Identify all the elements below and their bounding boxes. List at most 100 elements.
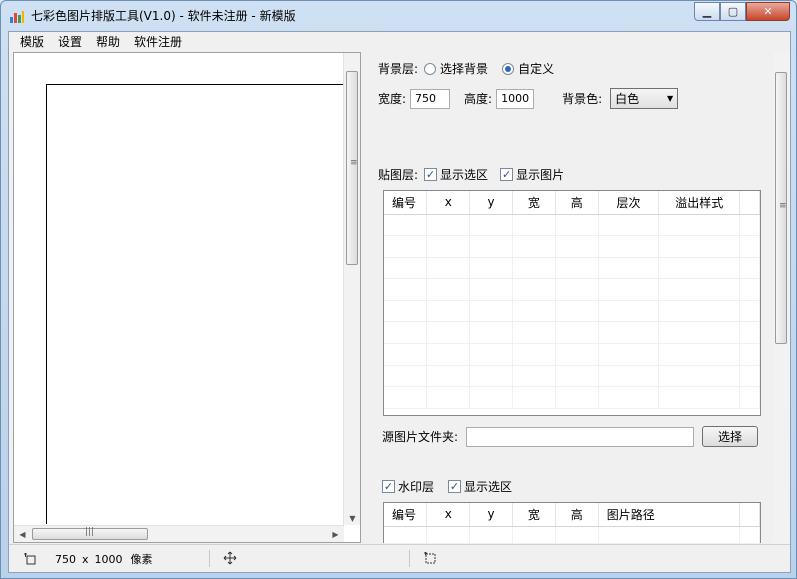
table-cell[interactable] bbox=[384, 214, 428, 237]
table-cell[interactable] bbox=[555, 278, 599, 301]
table-cell[interactable] bbox=[739, 343, 760, 366]
canvas-preview[interactable]: ≡ ▼ ◀ ||| ▶ bbox=[13, 52, 361, 543]
table-cell[interactable] bbox=[469, 526, 513, 543]
table-row[interactable] bbox=[384, 235, 760, 258]
menu-help[interactable]: 帮助 bbox=[89, 32, 127, 52]
table-cell[interactable] bbox=[426, 278, 471, 301]
watermark-show-selection-label[interactable]: 显示选区 bbox=[464, 478, 512, 495]
table-cell[interactable] bbox=[384, 386, 428, 409]
menu-template[interactable]: 模版 bbox=[13, 32, 51, 52]
table-cell[interactable] bbox=[512, 343, 556, 366]
col-header[interactable]: x bbox=[426, 503, 471, 527]
table-cell[interactable] bbox=[469, 278, 513, 301]
table-cell[interactable] bbox=[598, 300, 660, 323]
table-cell[interactable] bbox=[658, 278, 741, 301]
table-row[interactable] bbox=[384, 300, 760, 323]
col-header[interactable]: 溢出样式 bbox=[658, 191, 741, 215]
table-cell[interactable] bbox=[598, 343, 660, 366]
table-cell[interactable] bbox=[739, 214, 760, 237]
table-cell[interactable] bbox=[658, 343, 741, 366]
col-header[interactable]: 图片路径 bbox=[598, 503, 741, 527]
col-header[interactable]: y bbox=[469, 503, 513, 527]
watermark-layer-label[interactable]: 水印层 bbox=[398, 478, 434, 495]
table-cell[interactable] bbox=[469, 343, 513, 366]
title-bar[interactable]: 七彩色图片排版工具(V1.0) - 软件未注册 - 新模版 ▁ ▢ ✕ bbox=[1, 1, 796, 31]
table-cell[interactable] bbox=[598, 321, 660, 345]
table-cell[interactable] bbox=[426, 321, 471, 345]
radio-custom-label[interactable]: 自定义 bbox=[518, 60, 554, 77]
source-folder-input[interactable] bbox=[466, 426, 695, 447]
table-cell[interactable] bbox=[598, 526, 741, 543]
table-cell[interactable] bbox=[384, 365, 428, 388]
scroll-down-icon[interactable]: ▼ bbox=[344, 510, 361, 527]
table-cell[interactable] bbox=[426, 343, 471, 366]
scroll-thumb[interactable]: ≡ bbox=[775, 72, 787, 344]
table-cell[interactable] bbox=[555, 300, 599, 323]
height-input[interactable]: 1000 bbox=[496, 88, 535, 109]
col-header[interactable]: 宽 bbox=[512, 191, 556, 215]
menu-register[interactable]: 软件注册 bbox=[127, 32, 189, 52]
maximize-button[interactable]: ▢ bbox=[720, 2, 746, 21]
radio-choose-background[interactable] bbox=[424, 62, 437, 75]
table-cell[interactable] bbox=[384, 257, 428, 280]
radio-custom[interactable] bbox=[502, 62, 515, 75]
table-cell[interactable] bbox=[658, 386, 741, 409]
table-cell[interactable] bbox=[426, 365, 471, 388]
table-cell[interactable] bbox=[598, 365, 660, 388]
table-cell[interactable] bbox=[426, 214, 471, 237]
table-cell[interactable] bbox=[384, 278, 428, 301]
table-cell[interactable] bbox=[512, 235, 556, 258]
table-cell[interactable] bbox=[555, 365, 599, 388]
checkbox-sticker-show-image[interactable]: ✓ bbox=[500, 168, 514, 181]
checkbox-watermark-show-selection[interactable]: ✓ bbox=[448, 480, 462, 493]
col-header[interactable]: 高 bbox=[555, 503, 599, 527]
table-cell[interactable] bbox=[598, 235, 660, 258]
col-header[interactable]: x bbox=[426, 191, 471, 215]
scroll-right-icon[interactable]: ▶ bbox=[327, 526, 344, 543]
table-cell[interactable] bbox=[512, 321, 556, 345]
col-header[interactable]: 高 bbox=[555, 191, 599, 215]
table-cell[interactable] bbox=[739, 526, 760, 543]
scroll-thumb[interactable]: ||| bbox=[32, 527, 148, 540]
scroll-left-icon[interactable]: ◀ bbox=[14, 526, 31, 543]
table-cell[interactable] bbox=[469, 300, 513, 323]
table-row[interactable] bbox=[384, 343, 760, 366]
table-cell[interactable] bbox=[739, 386, 760, 409]
table-cell[interactable] bbox=[384, 235, 428, 258]
table-cell[interactable] bbox=[739, 235, 760, 258]
table-row[interactable] bbox=[384, 386, 760, 409]
table-cell[interactable] bbox=[512, 386, 556, 409]
canvas-vertical-scrollbar[interactable]: ≡ ▼ bbox=[343, 53, 360, 525]
table-cell[interactable] bbox=[658, 300, 741, 323]
table-row[interactable] bbox=[384, 214, 760, 237]
table-cell[interactable] bbox=[469, 386, 513, 409]
table-cell[interactable] bbox=[739, 321, 760, 345]
table-cell[interactable] bbox=[739, 365, 760, 388]
watermark-grid[interactable]: 编号 x y 宽 高 图片路径 bbox=[383, 502, 761, 543]
table-cell[interactable] bbox=[512, 526, 556, 543]
table-cell[interactable] bbox=[555, 214, 599, 237]
page-sheet[interactable] bbox=[46, 84, 346, 524]
table-cell[interactable] bbox=[555, 235, 599, 258]
table-row[interactable] bbox=[384, 278, 760, 301]
table-cell[interactable] bbox=[598, 278, 660, 301]
radio-choose-background-label[interactable]: 选择背景 bbox=[440, 60, 488, 77]
table-cell[interactable] bbox=[469, 257, 513, 280]
col-header[interactable]: 编号 bbox=[384, 191, 428, 215]
table-cell[interactable] bbox=[555, 386, 599, 409]
table-cell[interactable] bbox=[384, 526, 428, 543]
table-cell[interactable] bbox=[512, 214, 556, 237]
panel-vertical-scrollbar[interactable]: ≡ bbox=[773, 52, 790, 543]
choose-folder-button[interactable]: 选择 bbox=[702, 426, 759, 447]
table-cell[interactable] bbox=[555, 526, 599, 543]
table-cell[interactable] bbox=[426, 386, 471, 409]
col-header[interactable]: 宽 bbox=[512, 503, 556, 527]
table-cell[interactable] bbox=[384, 300, 428, 323]
table-cell[interactable] bbox=[469, 321, 513, 345]
table-row[interactable] bbox=[384, 526, 760, 543]
table-cell[interactable] bbox=[555, 321, 599, 345]
table-cell[interactable] bbox=[469, 365, 513, 388]
table-cell[interactable] bbox=[555, 343, 599, 366]
checkbox-watermark-layer[interactable]: ✓ bbox=[382, 480, 395, 493]
table-cell[interactable] bbox=[384, 343, 428, 366]
